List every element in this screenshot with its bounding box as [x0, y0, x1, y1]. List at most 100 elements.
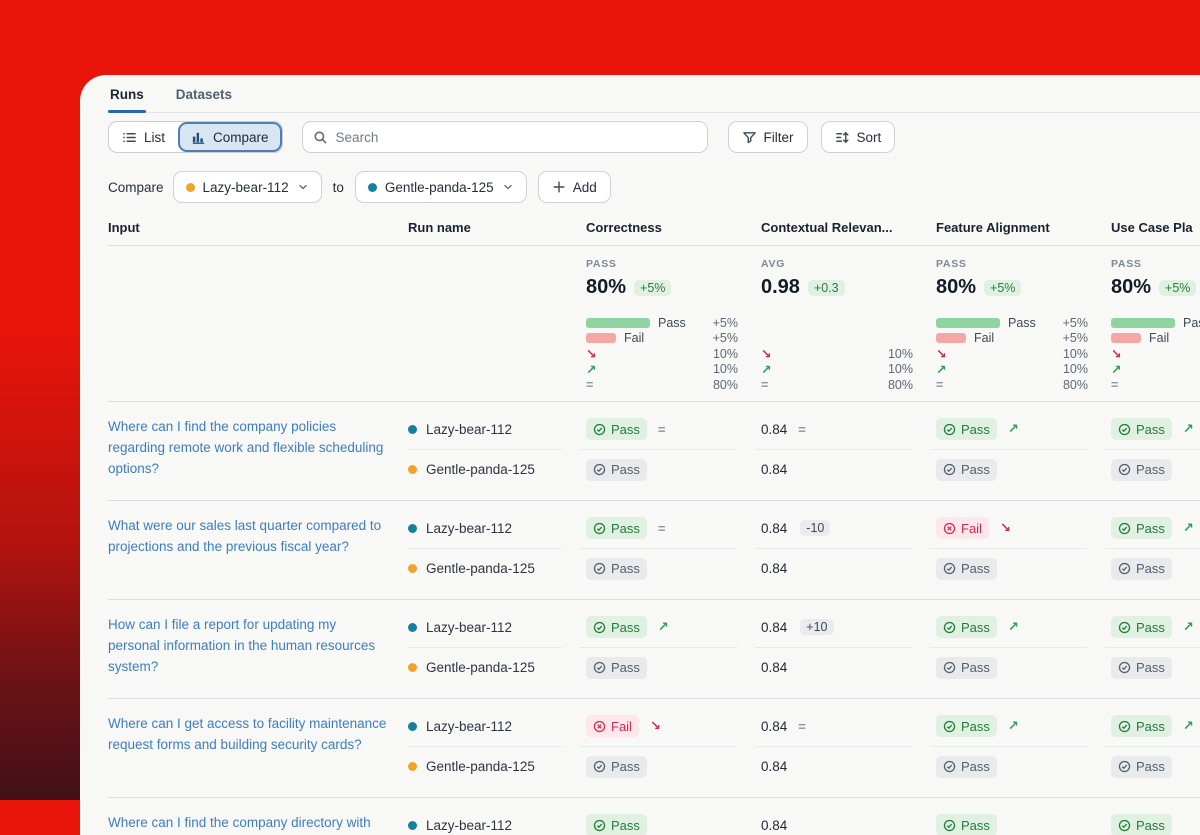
comparison-run-select[interactable]: Gentle-panda-125	[355, 171, 527, 203]
fail-bar	[586, 333, 616, 343]
trend-up-icon: ↗	[1183, 619, 1194, 635]
score-value: 0.84	[761, 719, 787, 734]
trend-up-icon: ↗	[936, 362, 946, 377]
score-delta-badge: -10	[800, 520, 830, 536]
trend-up-icon: ↗	[1008, 421, 1019, 437]
metric-delta-badge: +5%	[634, 280, 671, 296]
pass-badge: Pass	[586, 814, 647, 835]
filter-button[interactable]: Filter	[728, 121, 808, 153]
input-question-link[interactable]: Where can I get access to facility maint…	[108, 713, 388, 755]
run-color-dot	[408, 623, 417, 632]
run-label: Lazy-bear-112	[408, 806, 562, 835]
score-value: 0.84	[761, 818, 787, 833]
tab-runs[interactable]: Runs	[108, 85, 146, 112]
pass-badge: Pass	[936, 657, 997, 679]
run-color-dot	[408, 465, 417, 474]
pass-bar	[936, 318, 1000, 328]
metric-value: 80%	[936, 276, 976, 299]
summary-correctness: PASS 80% +5% Pass+5% Fail+5% ↘10% ↗10% =…	[580, 258, 755, 393]
run-label: Gentle-panda-125	[408, 450, 580, 490]
baseline-run-select[interactable]: Lazy-bear-112	[173, 171, 322, 203]
input-question-link[interactable]: Where can I find the company directory w…	[108, 812, 388, 833]
column-header-input: Input	[108, 216, 408, 245]
filter-icon	[742, 130, 757, 145]
trend-equal-icon: =	[936, 378, 943, 392]
pass-badge: Pass	[936, 756, 997, 778]
score-value: 0.84	[761, 462, 787, 477]
add-icon	[552, 180, 566, 194]
summary-legend: Pass+5% Fail+5% ↘10% ↗10% =80%	[586, 315, 738, 393]
table-row: How can I file a report for updating my …	[108, 600, 1200, 699]
compare-bar: Compare Lazy-bear-112 to Gentle-panda-12…	[108, 171, 1200, 203]
fail-badge: Fail	[936, 517, 989, 539]
trend-equal-icon: =	[798, 719, 806, 734]
summary-contextual-relevance: AVG 0.98 +0.3 ↘10% ↗10% =80%	[755, 258, 930, 393]
trend-down-icon: ↘	[586, 346, 596, 361]
pass-badge: Pass	[586, 657, 647, 679]
table-row: Where can I find the company policies re…	[108, 402, 1200, 501]
fail-bar	[1111, 333, 1141, 343]
run-label: Lazy-bear-112	[408, 509, 562, 549]
trend-equal-icon: =	[798, 422, 806, 437]
run-color-dot	[408, 425, 417, 434]
compare-view-button[interactable]: Compare	[178, 122, 282, 152]
filter-label: Filter	[764, 130, 794, 145]
run-color-dot	[368, 183, 377, 192]
trend-up-icon: ↗	[1008, 619, 1019, 635]
run-color-dot	[408, 821, 417, 830]
run-label: Lazy-bear-112	[408, 707, 562, 747]
search-icon	[313, 130, 328, 145]
pass-badge: Pass	[1111, 715, 1172, 737]
pass-badge: Pass	[586, 756, 647, 778]
table-row: Where can I get access to facility maint…	[108, 699, 1200, 798]
sort-icon	[835, 130, 850, 145]
run-color-dot	[408, 762, 417, 771]
runs-panel: Runs Datasets List Compare	[80, 75, 1200, 835]
compare-bar-label: Compare	[108, 180, 164, 195]
pass-badge: Pass	[586, 517, 647, 539]
pass-badge: Pass	[1111, 616, 1172, 638]
input-question-link[interactable]: How can I file a report for updating my …	[108, 614, 388, 677]
trend-up-icon: ↗	[1111, 362, 1121, 377]
pass-badge: Pass	[1111, 459, 1172, 481]
pass-badge: Pass	[586, 558, 647, 580]
list-view-button[interactable]: List	[109, 122, 178, 152]
pass-badge: Pass	[1111, 517, 1172, 539]
run-label: Gentle-panda-125	[408, 747, 580, 787]
run-color-dot	[408, 564, 417, 573]
pass-bar	[1111, 318, 1175, 328]
chevron-down-icon	[297, 181, 309, 193]
tab-bar: Runs Datasets	[108, 75, 1200, 113]
trend-equal-icon: =	[586, 378, 593, 392]
list-icon	[122, 130, 137, 145]
pass-bar	[586, 318, 650, 328]
trend-equal-icon: =	[1111, 378, 1118, 392]
metric-delta-badge: +0.3	[808, 280, 845, 296]
table-row: What were our sales last quarter compare…	[108, 501, 1200, 600]
toolbar: List Compare Filter Sort	[108, 121, 1200, 153]
sort-button[interactable]: Sort	[821, 121, 896, 153]
pass-badge: Pass	[936, 418, 997, 440]
pass-badge: Pass	[936, 715, 997, 737]
tab-datasets[interactable]: Datasets	[174, 85, 234, 112]
input-question-link[interactable]: Where can I find the company policies re…	[108, 416, 388, 479]
run-color-dot	[408, 663, 417, 672]
pass-badge: Pass	[936, 459, 997, 481]
column-header-run-name: Run name	[408, 216, 580, 245]
search-input[interactable]	[336, 130, 697, 145]
trend-up-icon: ↗	[1183, 421, 1194, 437]
pass-badge: Pass	[936, 616, 997, 638]
trend-equal-icon: =	[761, 378, 768, 392]
score-delta-badge: +10	[800, 619, 833, 635]
metric-value: 0.98	[761, 276, 800, 299]
add-run-button[interactable]: Add	[538, 171, 611, 203]
score-value: 0.84	[761, 422, 787, 437]
metric-value: 80%	[586, 276, 626, 299]
trend-up-icon: ↗	[586, 362, 596, 377]
score-value: 0.84	[761, 759, 787, 774]
pass-badge: Pass	[1111, 418, 1172, 440]
metric-label: PASS	[586, 258, 741, 270]
trend-down-icon: ↘	[650, 718, 661, 734]
pass-badge: Pass	[1111, 657, 1172, 679]
input-question-link[interactable]: What were our sales last quarter compare…	[108, 515, 388, 557]
